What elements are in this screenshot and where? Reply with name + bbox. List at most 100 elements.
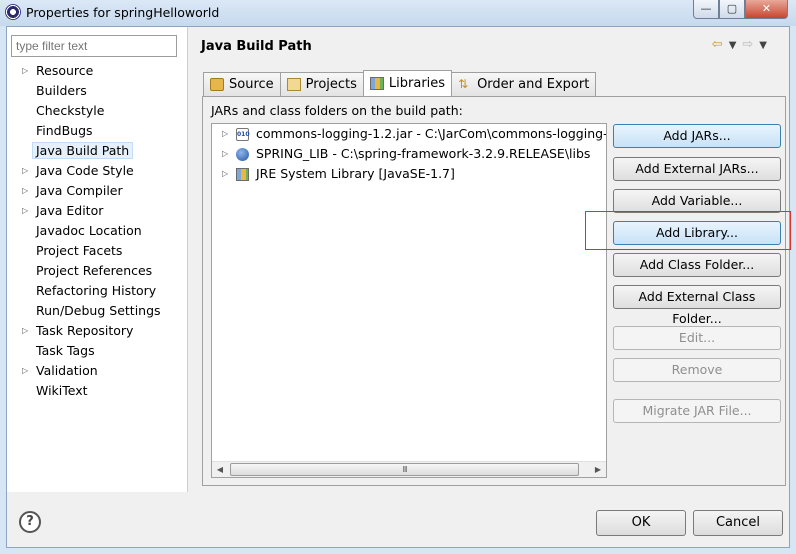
sidebar-item-label: Project References	[36, 263, 153, 278]
entry-label: SPRING_LIB - C:\spring-framework-3.2.9.R…	[256, 146, 591, 161]
sidebar-item-label: Java Compiler	[36, 183, 123, 198]
sidebar-item-resource[interactable]: ▷ Resource	[7, 61, 187, 81]
jar-icon: 010	[236, 128, 250, 141]
tab-label: Source	[229, 77, 274, 92]
sidebar-item-label: Run/Debug Settings	[36, 303, 161, 318]
window-title: Properties for springHelloworld	[26, 5, 220, 20]
forward-dropdown-icon[interactable]: ▼	[759, 40, 767, 52]
back-dropdown-icon[interactable]: ▼	[729, 40, 737, 52]
eclipse-app-icon	[5, 4, 21, 20]
sidebar-item-java-compiler[interactable]: ▷ Java Compiler	[7, 181, 187, 201]
sidebar-item-label: Java Code Style	[36, 163, 134, 178]
expand-arrow-icon[interactable]: ▷	[22, 181, 28, 201]
tab-libraries[interactable]: Libraries	[362, 70, 453, 96]
filter-input[interactable]	[11, 35, 177, 57]
sidebar-item-refactoring-history[interactable]: Refactoring History	[7, 281, 187, 301]
sidebar-item-validation[interactable]: ▷ Validation	[7, 361, 187, 381]
sidebar-item-label: WikiText	[36, 383, 88, 398]
sidebar-item-label: Javadoc Location	[36, 223, 142, 238]
list-item[interactable]: ▷ JRE System Library [JavaSE-1.7]	[212, 164, 606, 184]
sidebar-item-checkstyle[interactable]: Checkstyle	[7, 101, 187, 121]
entry-label: JRE System Library [JavaSE-1.7]	[256, 166, 455, 181]
sidebar-item-java-editor[interactable]: ▷ Java Editor	[7, 201, 187, 221]
sidebar-item-java-code-style[interactable]: ▷ Java Code Style	[7, 161, 187, 181]
expand-arrow-icon[interactable]: ▷	[222, 164, 228, 184]
scroll-right-icon[interactable]: ▶	[590, 462, 606, 477]
cancel-button[interactable]: Cancel	[693, 510, 783, 536]
tab-projects[interactable]: Projects	[279, 72, 364, 96]
tab-order-and-export[interactable]: ⇅ Order and Export	[451, 72, 597, 96]
tab-label: Projects	[305, 77, 357, 92]
list-item[interactable]: ▷ 010 commons-logging-1.2.jar - C:\JarCo…	[212, 124, 606, 144]
dialog-body: ▷ Resource Builders Checkstyle FindBugs Java …	[6, 26, 791, 548]
sidebar-item-javadoc-location[interactable]: Javadoc Location	[7, 221, 187, 241]
scrollbar-thumb[interactable]: III	[230, 463, 579, 476]
sidebar-item-label: Task Tags	[36, 343, 95, 358]
add-external-class-folder-button[interactable]: Add External Class Folder...	[613, 285, 781, 326]
sidebar-item-task-repository[interactable]: ▷ Task Repository	[7, 321, 187, 341]
sidebar-item-builders[interactable]: Builders	[7, 81, 187, 101]
entry-label: commons-logging-1.2.jar - C:\JarCom\comm…	[256, 126, 607, 141]
migrate-jar-button[interactable]: Migrate JAR File...	[613, 399, 781, 423]
page-title: Java Build Path	[201, 39, 312, 54]
history-nav: ⇦ ▼ ⇨ ▼	[712, 37, 767, 52]
sidebar-item-label: Refactoring History	[36, 283, 157, 298]
sidebar-item-label: Java Editor	[36, 203, 104, 218]
window-controls: — ▢ ✕	[693, 0, 788, 19]
forward-arrow-icon[interactable]: ⇨	[742, 37, 753, 52]
tab-source[interactable]: Source	[203, 72, 281, 96]
back-arrow-icon[interactable]: ⇦	[712, 37, 723, 52]
scroll-left-icon[interactable]: ◀	[212, 462, 228, 477]
tab-label: Order and Export	[477, 77, 590, 92]
order-export-icon: ⇅	[458, 77, 469, 91]
expand-arrow-icon[interactable]: ▷	[222, 124, 228, 144]
sidebar-item-task-tags[interactable]: Task Tags	[7, 341, 187, 361]
variable-icon	[236, 148, 249, 161]
property-pages-panel: ▷ Resource Builders Checkstyle FindBugs Java …	[7, 27, 188, 492]
expand-arrow-icon[interactable]: ▷	[222, 144, 228, 164]
sidebar-item-label: Validation	[36, 363, 98, 378]
sidebar-item-label: Task Repository	[36, 323, 134, 338]
list-item[interactable]: ▷ SPRING_LIB - C:\spring-framework-3.2.9…	[212, 144, 606, 164]
close-button[interactable]: ✕	[745, 0, 788, 19]
sidebar-item-label: Resource	[36, 63, 94, 78]
add-variable-button[interactable]: Add Variable...	[613, 189, 781, 213]
project-icon	[286, 78, 301, 91]
horizontal-scrollbar[interactable]: ◀ III ▶	[212, 461, 606, 477]
tab-label: Libraries	[388, 76, 446, 91]
add-jars-button[interactable]: Add JARs...	[613, 124, 781, 148]
expand-arrow-icon[interactable]: ▷	[22, 361, 28, 381]
sidebar-item-label: Java Build Path	[32, 142, 134, 159]
edit-button[interactable]: Edit...	[613, 326, 781, 350]
expand-arrow-icon[interactable]: ▷	[22, 161, 28, 181]
expand-arrow-icon[interactable]: ▷	[22, 321, 28, 341]
minimize-button[interactable]: —	[693, 0, 719, 19]
remove-button[interactable]: Remove	[613, 358, 781, 382]
add-external-jars-button[interactable]: Add External JARs...	[613, 157, 781, 181]
sidebar-item-findbugs[interactable]: FindBugs	[7, 121, 187, 141]
sidebar-item-wikitext[interactable]: WikiText	[7, 381, 187, 401]
libraries-label: JARs and class folders on the build path…	[211, 103, 463, 118]
expand-arrow-icon[interactable]: ▷	[22, 61, 28, 81]
sidebar-item-label: Checkstyle	[36, 103, 105, 118]
highlight-box	[585, 211, 791, 250]
sidebar-item-label: Project Facets	[36, 243, 123, 258]
build-path-tabs: Source Projects Libraries ⇅ Order and Ex…	[203, 70, 597, 96]
help-icon[interactable]: ?	[19, 511, 41, 533]
sidebar-item-label: Builders	[36, 83, 87, 98]
build-path-entries-list[interactable]: ▷ 010 commons-logging-1.2.jar - C:\JarCo…	[211, 123, 607, 478]
sidebar-item-java-build-path[interactable]: Java Build Path	[7, 141, 187, 161]
sidebar-item-run-debug-settings[interactable]: Run/Debug Settings	[7, 301, 187, 321]
expand-arrow-icon[interactable]: ▷	[22, 201, 28, 221]
title-bar: Properties for springHelloworld — ▢ ✕	[0, 0, 796, 26]
sidebar-item-label: FindBugs	[36, 123, 93, 138]
add-class-folder-button[interactable]: Add Class Folder...	[613, 253, 781, 277]
maximize-button[interactable]: ▢	[719, 0, 745, 19]
property-pages-tree: ▷ Resource Builders Checkstyle FindBugs Java …	[7, 61, 187, 401]
library-icon	[369, 77, 384, 90]
ok-button[interactable]: OK	[596, 510, 686, 536]
sidebar-item-project-references[interactable]: Project References	[7, 261, 187, 281]
sidebar-item-project-facets[interactable]: Project Facets	[7, 241, 187, 261]
jre-library-icon	[236, 168, 249, 181]
source-folder-icon	[210, 78, 224, 91]
